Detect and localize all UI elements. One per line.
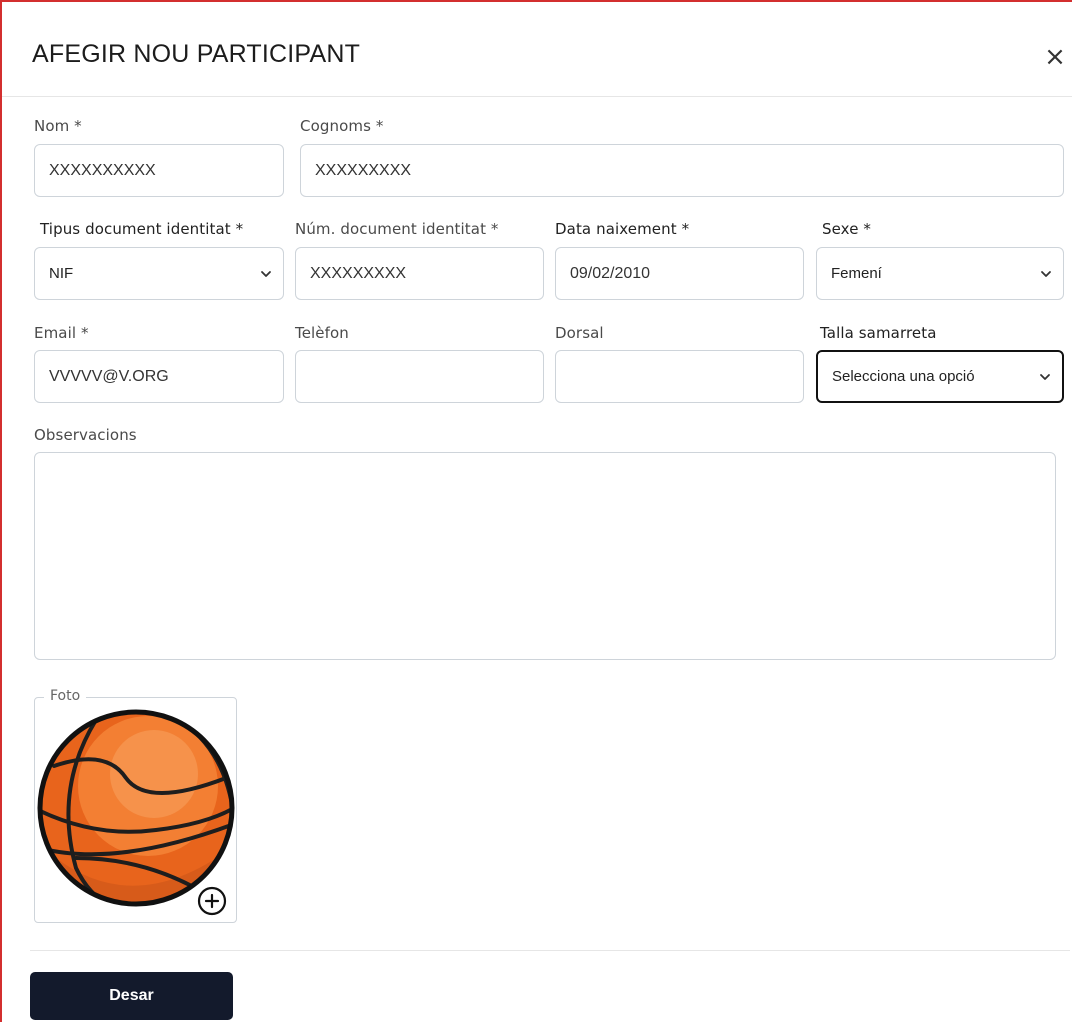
num-document-input[interactable]: XXXXXXXXX bbox=[295, 247, 544, 300]
dorsal-label: Dorsal bbox=[555, 324, 604, 342]
observacions-textarea[interactable] bbox=[34, 452, 1056, 660]
plus-circle-icon[interactable] bbox=[196, 885, 228, 917]
tipus-document-label: Tipus document identitat * bbox=[40, 220, 244, 238]
foto-label: Foto bbox=[44, 688, 87, 704]
email-input[interactable]: VVVVV@V.ORG bbox=[34, 350, 284, 403]
cognoms-input[interactable]: XXXXXXXXX bbox=[300, 144, 1064, 197]
telefon-label: Telèfon bbox=[295, 324, 349, 342]
chevron-down-icon bbox=[261, 270, 271, 277]
modal-header: AFEGIR NOU PARTICIPANT × bbox=[2, 2, 1072, 97]
save-button[interactable]: Desar bbox=[30, 972, 233, 1020]
nom-label: Nom * bbox=[34, 117, 82, 135]
telefon-input[interactable] bbox=[295, 350, 544, 403]
chevron-down-icon bbox=[1041, 270, 1051, 277]
talla-samarreta-select[interactable]: Selecciona una opció bbox=[816, 350, 1064, 403]
email-label: Email * bbox=[34, 324, 89, 342]
num-document-label: Núm. document identitat * bbox=[295, 220, 499, 238]
talla-samarreta-value: Selecciona una opció bbox=[832, 368, 975, 385]
talla-samarreta-label: Talla samarreta bbox=[820, 324, 937, 342]
data-naixement-label: Data naixement * bbox=[555, 220, 690, 238]
cognoms-label: Cognoms * bbox=[300, 117, 384, 135]
modal-title: AFEGIR NOU PARTICIPANT bbox=[32, 40, 361, 68]
sexe-label: Sexe * bbox=[822, 220, 871, 238]
footer-divider bbox=[30, 950, 1070, 951]
close-icon[interactable]: × bbox=[1042, 44, 1068, 70]
sexe-select[interactable]: Femení bbox=[816, 247, 1064, 300]
sexe-value: Femení bbox=[831, 265, 882, 282]
dorsal-input[interactable] bbox=[555, 350, 804, 403]
data-naixement-input[interactable]: 09/02/2010 bbox=[555, 247, 804, 300]
observacions-label: Observacions bbox=[34, 426, 137, 444]
chevron-down-icon bbox=[1040, 373, 1050, 380]
basketball-icon bbox=[37, 709, 235, 907]
tipus-document-select[interactable]: NIF bbox=[34, 247, 284, 300]
nom-input[interactable]: XXXXXXXXXX bbox=[34, 144, 284, 197]
tipus-document-value: NIF bbox=[49, 265, 74, 282]
